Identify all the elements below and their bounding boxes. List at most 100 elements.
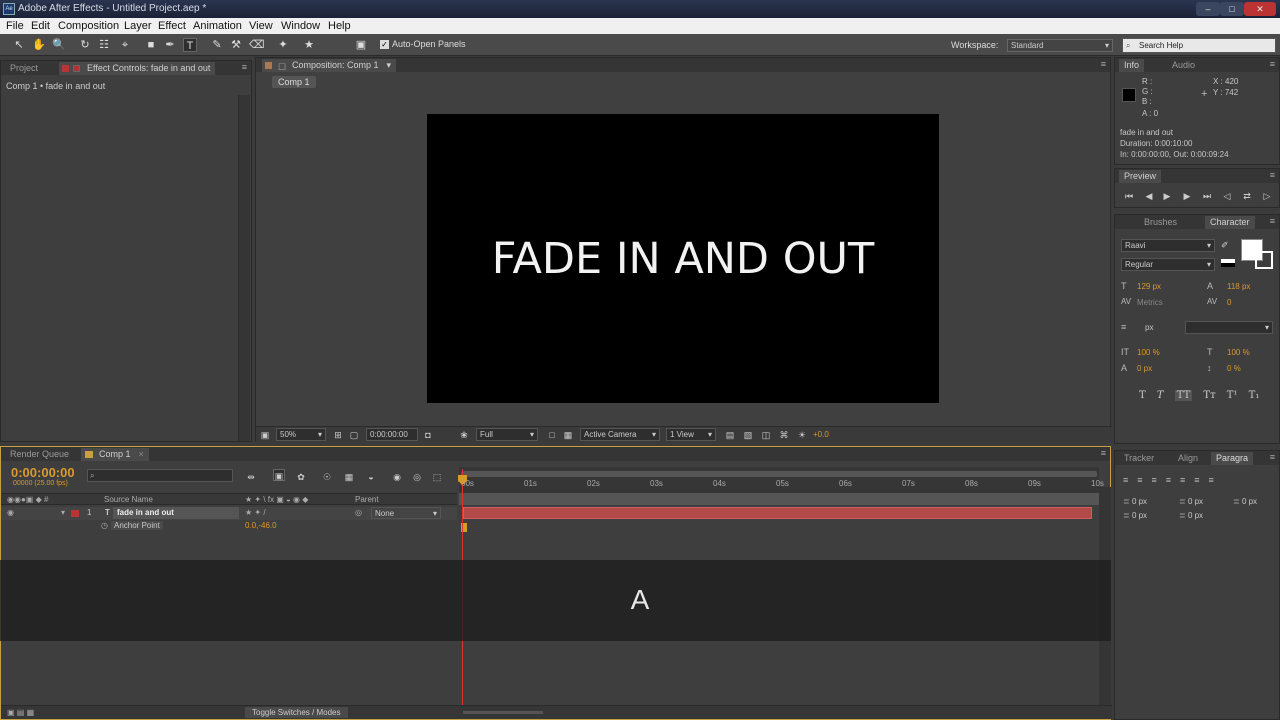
baseline-shift-value[interactable]: 0 px [1137, 364, 1152, 373]
close-button[interactable]: ✕ [1244, 2, 1276, 16]
panel-toggle-icon[interactable]: ▣ [354, 38, 368, 52]
menu-layer[interactable]: Layer [124, 18, 152, 34]
tab-info[interactable]: Info [1119, 59, 1145, 72]
last-frame-icon[interactable]: ⏭ [1201, 190, 1213, 202]
black-white-swatch-icon[interactable] [1221, 259, 1235, 267]
alignment-buttons[interactable]: ≡≡≡≡≡≡≡ [1123, 475, 1223, 485]
puppet-tool-icon[interactable]: ★ [302, 38, 316, 52]
vertical-scale-value[interactable]: 100 % [1137, 348, 1160, 357]
mute-audio-icon[interactable]: ◁ [1221, 190, 1233, 202]
tab-tracker[interactable]: Tracker [1119, 452, 1159, 465]
resolution-select[interactable]: Full ▾ [476, 428, 538, 441]
twirl-down-icon[interactable]: ▾ [61, 508, 65, 517]
indent-right[interactable]: ≣ 0 px [1179, 497, 1203, 506]
type-style-buttons[interactable]: T T TT Tт T¹ T₁ [1139, 390, 1259, 401]
zoom-slider[interactable] [463, 711, 543, 714]
stroke-color-swatch[interactable] [1255, 251, 1273, 269]
layer-switches[interactable]: ★ ✦ / [245, 508, 266, 517]
maximize-button[interactable]: □ [1220, 2, 1244, 16]
hide-shy-icon[interactable]: ☉ [321, 471, 333, 483]
pickwhip-icon[interactable]: ◎ [355, 508, 362, 517]
hand-tool-icon[interactable]: ✋ [32, 38, 46, 52]
flowchart-icon[interactable]: ⌘ [778, 429, 790, 441]
auto-open-checkbox[interactable]: ✓ [380, 40, 389, 49]
search-help-input[interactable]: ⌕ Search Help [1122, 38, 1276, 53]
tab-brushes[interactable]: Brushes [1139, 216, 1182, 229]
selection-tool-icon[interactable]: ↖ [12, 38, 26, 52]
tab-character[interactable]: Character [1205, 216, 1255, 229]
font-style-select[interactable]: Regular ▾ [1121, 258, 1215, 271]
always-preview-icon[interactable]: ▣ [259, 429, 271, 441]
pen-tool-icon[interactable]: ✒ [163, 38, 177, 52]
layer-row[interactable]: ◉ ▾ 1 T fade in and out ★ ✦ / ◎ None ▾ [1, 507, 457, 520]
tab-comp-timeline[interactable]: Comp 1 × [81, 448, 149, 461]
current-timecode[interactable]: 0:00:00:00 [11, 465, 75, 480]
scrollbar[interactable] [238, 95, 250, 441]
time-ruler[interactable]: 00s 01s 02s 03s 04s 05s 06s 07s 08s 09s 10s [459, 467, 1104, 493]
stopwatch-icon[interactable]: ◷ [101, 521, 108, 530]
indent-first[interactable]: ≣ 0 px [1233, 497, 1257, 506]
toggle-switches-modes-button[interactable]: Toggle Switches / Modes [245, 707, 348, 718]
first-frame-icon[interactable]: ⏮ [1123, 190, 1135, 202]
font-family-select[interactable]: Raavi ▾ [1121, 239, 1215, 252]
indent-left[interactable]: ≣ 0 px [1123, 497, 1147, 506]
type-tool-icon[interactable]: T [183, 38, 197, 52]
comp-text-layer[interactable]: FADE IN AND OUT [427, 234, 939, 284]
comp-mini-flowchart-icon[interactable]: ⇹ [245, 471, 257, 483]
comp-breadcrumb[interactable]: Comp 1 [272, 76, 316, 88]
space-before[interactable]: ≣ 0 px [1123, 511, 1147, 520]
menu-help[interactable]: Help [328, 18, 351, 34]
parent-select[interactable]: None ▾ [371, 507, 441, 519]
visibility-icon[interactable]: ◉ [7, 508, 14, 517]
graph-editor-icon[interactable]: ⬚ [431, 471, 443, 483]
fast-previews-icon[interactable]: ▧ [742, 429, 754, 441]
menu-edit[interactable]: Edit [31, 18, 50, 34]
layer-name[interactable]: fade in and out [113, 507, 239, 519]
panel-menu-icon[interactable]: ≡ [1270, 170, 1275, 180]
tab-align[interactable]: Align [1173, 452, 1203, 465]
frame-blending-icon[interactable]: ▦ [343, 471, 355, 483]
panel-menu-icon[interactable]: ≡ [1270, 59, 1275, 69]
horizontal-scale-value[interactable]: 100 % [1227, 348, 1250, 357]
transparency-grid-icon[interactable]: ▦ [562, 429, 574, 441]
region-of-interest-icon[interactable]: □ [546, 429, 558, 441]
motion-blur-icon[interactable]: ◒ [365, 471, 377, 483]
panel-menu-icon[interactable]: ≡ [1101, 448, 1106, 458]
clone-stamp-tool-icon[interactable]: ⚒ [229, 38, 243, 52]
next-frame-icon[interactable]: ▶ [1181, 190, 1193, 202]
menu-view[interactable]: View [249, 18, 273, 34]
tab-paragraph[interactable]: Paragra [1211, 452, 1254, 465]
snapshot-icon[interactable]: ◘ [422, 429, 434, 441]
menu-file[interactable]: File [6, 18, 24, 34]
toggle-pixel-aspect-icon[interactable]: ▤ [724, 429, 736, 441]
panel-menu-icon[interactable]: ≡ [242, 62, 247, 72]
live-update-icon[interactable]: ▣ [273, 469, 285, 481]
leading-value[interactable]: 118 px [1227, 282, 1250, 291]
work-area-bar[interactable] [461, 471, 1097, 477]
tab-project[interactable]: Project [5, 62, 43, 75]
color-channels-icon[interactable]: ❀ [458, 429, 470, 441]
stroke-width-value[interactable]: px [1145, 323, 1153, 332]
label-color-icon[interactable] [71, 510, 79, 517]
tab-composition[interactable]: ☐ Composition: Comp 1 ▾ [262, 59, 397, 72]
tab-render-queue[interactable]: Render Queue [5, 448, 74, 461]
mask-icon[interactable]: ▢ [348, 429, 360, 441]
parent-header[interactable]: Parent [355, 495, 379, 504]
zoom-select[interactable]: 50% ▾ [276, 428, 326, 441]
eyedropper-icon[interactable]: ✐ [1221, 240, 1229, 251]
loop-icon[interactable]: ⇄ [1241, 190, 1253, 202]
menu-window[interactable]: Window [281, 18, 320, 34]
anchor-point-value[interactable]: 0.0,-46.0 [245, 521, 277, 530]
previous-frame-icon[interactable]: ◀ [1143, 190, 1155, 202]
current-time-field[interactable]: 0:00:00:00 [366, 428, 418, 441]
workspace-select[interactable]: Standard ▾ [1007, 39, 1113, 52]
brush-tool-icon[interactable]: ✎ [210, 38, 224, 52]
auto-keyframe-icon[interactable]: ◎ [411, 471, 423, 483]
tsume-value[interactable]: 0 % [1227, 364, 1241, 373]
tab-preview[interactable]: Preview [1119, 170, 1162, 183]
layer-duration-bar[interactable] [463, 507, 1092, 519]
menu-composition[interactable]: Composition [58, 18, 119, 34]
comp-viewer[interactable]: FADE IN AND OUT [427, 114, 939, 403]
brainstorm-icon[interactable]: ◉ [391, 471, 403, 483]
draft-3d-icon[interactable]: ✿ [295, 471, 307, 483]
